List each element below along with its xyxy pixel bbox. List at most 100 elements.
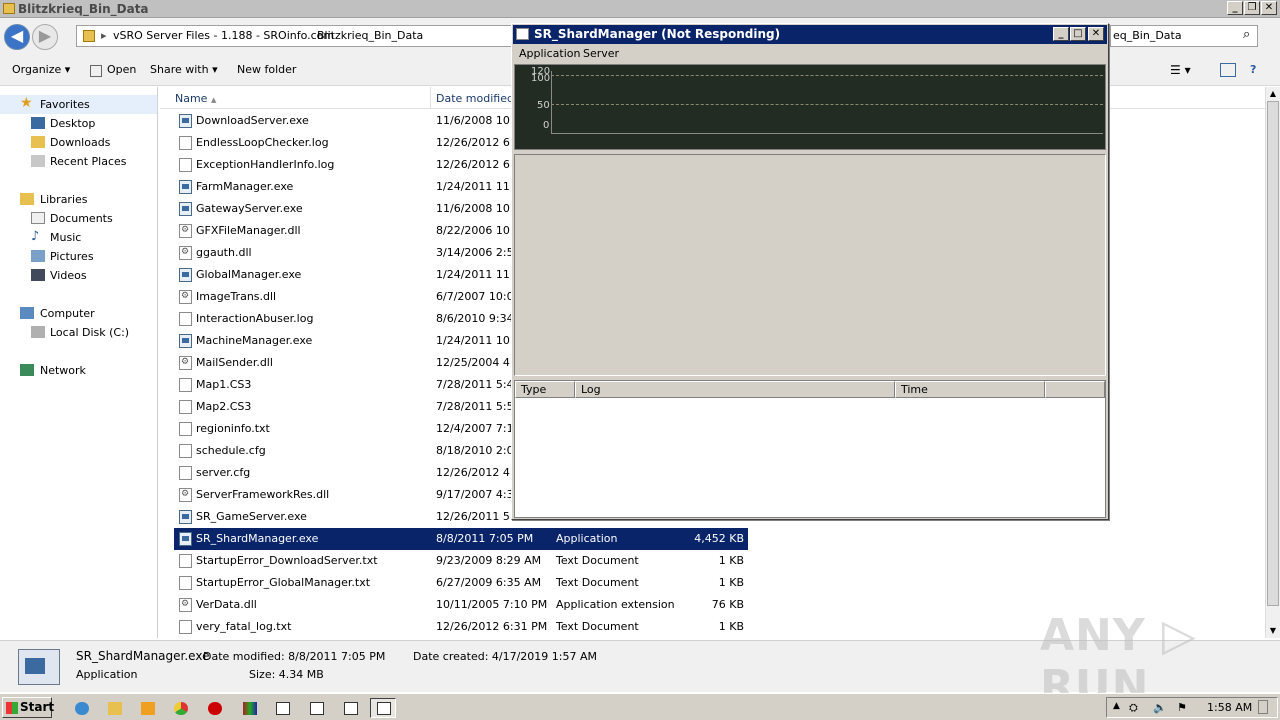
music-icon: ♪: [31, 229, 40, 244]
ie-icon[interactable]: [68, 698, 94, 718]
organize-label: Organize: [12, 63, 62, 76]
nav-pictures[interactable]: Pictures: [0, 247, 157, 266]
restore-button[interactable]: ❐: [1244, 1, 1260, 15]
menu-server[interactable]: Server: [583, 47, 619, 60]
scrollbar-thumb[interactable]: [1267, 101, 1279, 606]
nav-downloads[interactable]: Downloads: [0, 133, 157, 152]
nav-favorites[interactable]: ★ Favorites: [0, 95, 157, 114]
opera-icon[interactable]: [201, 698, 227, 718]
shard-manager-title-bar[interactable]: SR_ShardManager (Not Responding) _ □ ✕: [513, 25, 1107, 44]
file-type: Text Document: [556, 554, 639, 567]
show-desktop-button[interactable]: [1258, 700, 1268, 714]
search-icon: ⌕: [1243, 27, 1251, 42]
volume-icon[interactable]: 🔈: [1153, 701, 1167, 714]
maximize-button[interactable]: □: [1070, 27, 1086, 41]
forward-button[interactable]: ▶: [32, 24, 58, 50]
nav-documents[interactable]: Documents: [0, 209, 157, 228]
document-icon: [179, 576, 192, 590]
file-name: EndlessLoopChecker.log: [196, 136, 329, 149]
column-time[interactable]: Time: [895, 381, 1045, 398]
close-button[interactable]: ✕: [1261, 1, 1277, 15]
nav-music[interactable]: ♪ Music: [0, 228, 157, 247]
search-input[interactable]: eq_Bin_Data ⌕: [1110, 25, 1258, 47]
details-file-name: SR_ShardManager.exe: [76, 649, 210, 663]
new-folder-button[interactable]: New folder: [237, 63, 296, 76]
organize-button[interactable]: Organize ▾: [12, 63, 70, 76]
column-date-modified[interactable]: Date modified: [436, 92, 514, 105]
winrar-icon[interactable]: [236, 698, 262, 718]
nav-computer[interactable]: Computer: [0, 304, 157, 323]
back-button[interactable]: ◀: [4, 24, 30, 50]
nav-label: Favorites: [40, 98, 90, 111]
nav-network[interactable]: Network: [0, 361, 157, 380]
flag-tray-icon[interactable]: ⚑: [1177, 701, 1187, 714]
search-text: eq_Bin_Data: [1113, 29, 1182, 42]
share-with-button[interactable]: Share with ▾: [150, 63, 218, 76]
application-icon: [179, 334, 192, 348]
file-row[interactable]: StartupError_GlobalManager.txt 6/27/2009 …: [174, 572, 748, 594]
file-row[interactable]: VerData.dll 10/11/2005 7:10 PM Application…: [174, 594, 748, 616]
file-date: 8/8/2011 7:05 PM: [436, 532, 534, 545]
recent-places-icon: [31, 155, 45, 167]
file-date: 6/27/2009 6:35 AM: [436, 576, 542, 589]
scroll-up-icon[interactable]: ▲: [1267, 87, 1279, 100]
file-type: Text Document: [556, 576, 639, 589]
media-player-icon[interactable]: [134, 698, 160, 718]
file-date: 1/24/2011 11:4: [436, 180, 521, 193]
nav-label: Libraries: [40, 193, 88, 206]
column-log[interactable]: Log: [575, 381, 895, 398]
app-window-icon[interactable]: [337, 698, 363, 718]
column-name[interactable]: Name ▲: [175, 92, 216, 105]
file-date: 12/26/2012 6:2: [436, 158, 521, 171]
nav-videos[interactable]: Videos: [0, 266, 157, 285]
close-button[interactable]: ✕: [1088, 27, 1104, 41]
file-size: 4,452 KB: [694, 532, 744, 545]
file-date: 8/18/2010 2:02: [436, 444, 521, 457]
vertical-scrollbar[interactable]: ▲ ▼: [1265, 87, 1280, 638]
application-icon: [179, 180, 192, 194]
app-window-icon[interactable]: [269, 698, 295, 718]
network-tray-icon[interactable]: ⛭: [1129, 701, 1138, 715]
videos-icon: [31, 269, 45, 281]
menu-application[interactable]: Application: [519, 47, 580, 60]
document-icon: [179, 158, 192, 172]
tray-expand-icon[interactable]: ▲: [1113, 701, 1120, 711]
file-name: ServerFrameworkRes.dll: [196, 488, 330, 501]
column-extra[interactable]: [1045, 381, 1105, 398]
file-row[interactable]: SR_ShardManager.exe 8/8/2011 7:05 PM Appli…: [174, 528, 748, 550]
open-button[interactable]: Open: [107, 63, 136, 76]
column-type[interactable]: Type: [515, 381, 575, 398]
chrome-icon[interactable]: [167, 698, 193, 718]
preview-pane-icon[interactable]: [1220, 63, 1236, 77]
nav-label: Pictures: [50, 250, 94, 263]
dll-icon: [179, 356, 192, 370]
breadcrumb-item[interactable]: vSRO Server Files - 1.188 - SROinfo.com: [113, 29, 334, 42]
file-row[interactable]: StartupError_DownloadServer.txt 9/23/2009…: [174, 550, 748, 572]
file-row[interactable]: very_fatal_log.txt 12/26/2012 6:31 PM Text…: [174, 616, 748, 638]
explorer-taskbar-icon[interactable]: [101, 698, 127, 718]
nav-libraries[interactable]: Libraries: [0, 190, 157, 209]
graph-label: 100: [531, 73, 551, 84]
nav-desktop[interactable]: Desktop: [0, 114, 157, 133]
file-type: Application extension: [556, 598, 675, 611]
minimize-button[interactable]: _: [1227, 1, 1243, 15]
nav-recent-places[interactable]: Recent Places: [0, 152, 157, 171]
file-name: GFXFileManager.dll: [196, 224, 301, 237]
breadcrumb-item[interactable]: Blitzkrieq_Bin_Data: [317, 29, 423, 42]
file-name: very_fatal_log.txt: [196, 620, 292, 633]
shard-manager-taskbar-button[interactable]: [370, 698, 396, 718]
view-options-icon[interactable]: ☰ ▾: [1170, 63, 1191, 77]
minimize-button[interactable]: _: [1053, 27, 1069, 41]
start-button[interactable]: Start: [2, 697, 54, 718]
nav-label: Music: [50, 231, 82, 244]
document-icon: [179, 444, 192, 458]
nav-local-disk[interactable]: Local Disk (C:): [0, 323, 157, 342]
app-window-icon[interactable]: [303, 698, 329, 718]
dll-icon: [179, 224, 192, 238]
document-icon: [179, 554, 192, 568]
file-date: 9/23/2009 8:29 AM: [436, 554, 542, 567]
help-icon[interactable]: ?: [1250, 63, 1256, 76]
column-divider[interactable]: [430, 87, 431, 109]
explorer-title: Blitzkrieq_Bin_Data: [18, 2, 149, 16]
clock[interactable]: 1:58 AM: [1207, 701, 1252, 714]
